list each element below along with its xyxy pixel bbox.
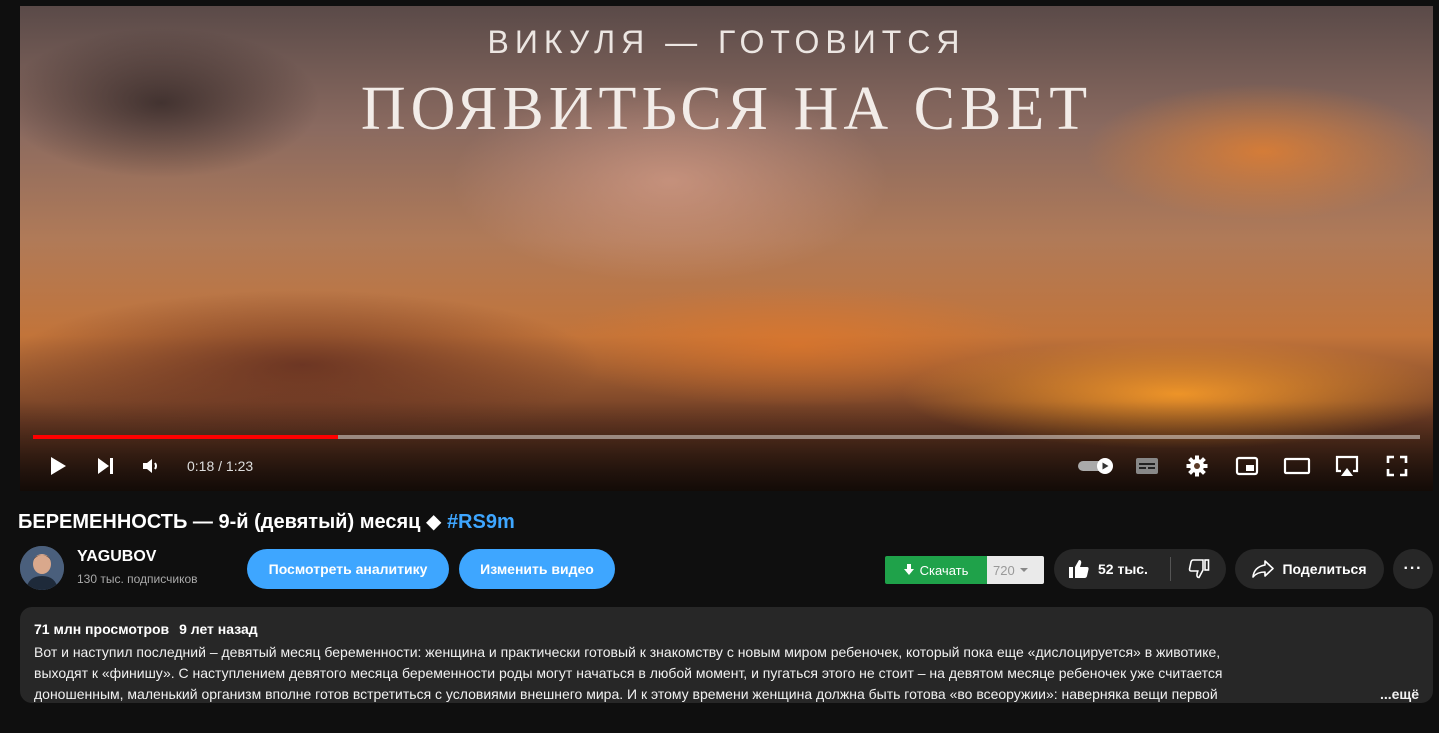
video-title-text: БЕРЕМЕННОСТЬ — 9-й (девятый) месяц ◆ xyxy=(18,511,442,533)
like-dislike-group: 52 тыс. xyxy=(1054,549,1226,589)
share-label: Поделиться xyxy=(1282,561,1367,577)
download-arrow-icon xyxy=(903,564,914,575)
description-line: выходят к «финишу». С наступлением девят… xyxy=(34,665,1223,681)
play-button[interactable] xyxy=(33,446,83,486)
download-button[interactable]: Скачать xyxy=(885,556,987,584)
show-more-link[interactable]: ...ещё xyxy=(1380,684,1419,705)
share-icon xyxy=(1252,560,1275,578)
fullscreen-icon xyxy=(1386,455,1408,477)
quality-value: 720 xyxy=(993,562,1015,578)
view-count: 71 млн просмотров xyxy=(34,621,170,637)
video-title: БЕРЕМЕННОСТЬ — 9-й (девятый) месяц ◆ #RS… xyxy=(18,509,515,534)
progress-bar[interactable] xyxy=(33,435,1420,439)
video-meta: 71 млн просмотров 9 лет назад xyxy=(34,621,1419,637)
upload-age: 9 лет назад xyxy=(179,621,258,637)
description-line-last: доношенным, маленький организм вполне го… xyxy=(34,684,1419,705)
video-player[interactable]: ВИКУЛЯ — ГОТОВИТСЯ ПОЯВИТЬСЯ НА СВЕТ 0:1… xyxy=(20,6,1433,491)
quality-select[interactable]: 720 xyxy=(987,556,1044,584)
hashtag-link[interactable]: #RS9m xyxy=(447,511,515,533)
gear-icon xyxy=(1186,455,1208,477)
video-overlay-subtitle: ВИКУЛЯ — ГОТОВИТСЯ xyxy=(487,24,966,60)
theater-mode-button[interactable] xyxy=(1273,446,1321,486)
mute-button[interactable] xyxy=(129,446,173,486)
view-analytics-button[interactable]: Посмотреть аналитику xyxy=(247,549,449,589)
channel-name[interactable]: YAGUBOV xyxy=(77,548,156,566)
subscriber-count: 130 тыс. подписчиков xyxy=(77,572,198,586)
dislike-button[interactable] xyxy=(1171,549,1226,589)
next-icon xyxy=(98,458,113,474)
autoplay-toggle[interactable] xyxy=(1071,446,1121,486)
time-display: 0:18 / 1:23 xyxy=(187,458,254,474)
like-button[interactable]: 52 тыс. xyxy=(1054,549,1170,589)
miniplayer-icon xyxy=(1235,456,1259,476)
miniplayer-button[interactable] xyxy=(1223,446,1271,486)
video-overlay-title: ПОЯВИТЬСЯ НА СВЕТ xyxy=(360,75,1093,143)
avatar-image xyxy=(20,546,64,590)
autoplay-toggle-icon xyxy=(1078,458,1113,474)
fullscreen-button[interactable] xyxy=(1373,446,1421,486)
more-actions-button[interactable]: ··· xyxy=(1393,549,1433,589)
edit-video-button[interactable]: Изменить видео xyxy=(459,549,615,589)
description-box[interactable]: 71 млн просмотров 9 лет назад Вот и наст… xyxy=(20,607,1433,703)
description-line: доношенным, маленький организм вполне го… xyxy=(34,686,1218,702)
cast-button[interactable] xyxy=(1323,446,1371,486)
volume-icon xyxy=(143,459,157,473)
airplay-icon xyxy=(1335,455,1359,476)
chevron-down-icon xyxy=(1019,568,1028,572)
player-controls: 0:18 / 1:23 xyxy=(20,446,1433,486)
download-label: Скачать xyxy=(919,562,969,578)
thumbs-up-icon xyxy=(1069,560,1089,578)
subtitles-icon xyxy=(1136,458,1158,474)
subtitles-button[interactable] xyxy=(1123,446,1171,486)
channel-avatar[interactable] xyxy=(20,546,64,590)
progress-bar-played xyxy=(33,435,339,439)
play-icon xyxy=(51,457,66,475)
theater-icon xyxy=(1283,457,1311,475)
next-button[interactable] xyxy=(83,446,129,486)
like-count: 52 тыс. xyxy=(1098,561,1148,577)
description-line: Вот и наступил последний – девятый месяц… xyxy=(34,644,1221,660)
settings-button[interactable] xyxy=(1173,446,1221,486)
thumbs-down-icon xyxy=(1188,559,1209,579)
share-button[interactable]: Поделиться xyxy=(1235,549,1384,589)
